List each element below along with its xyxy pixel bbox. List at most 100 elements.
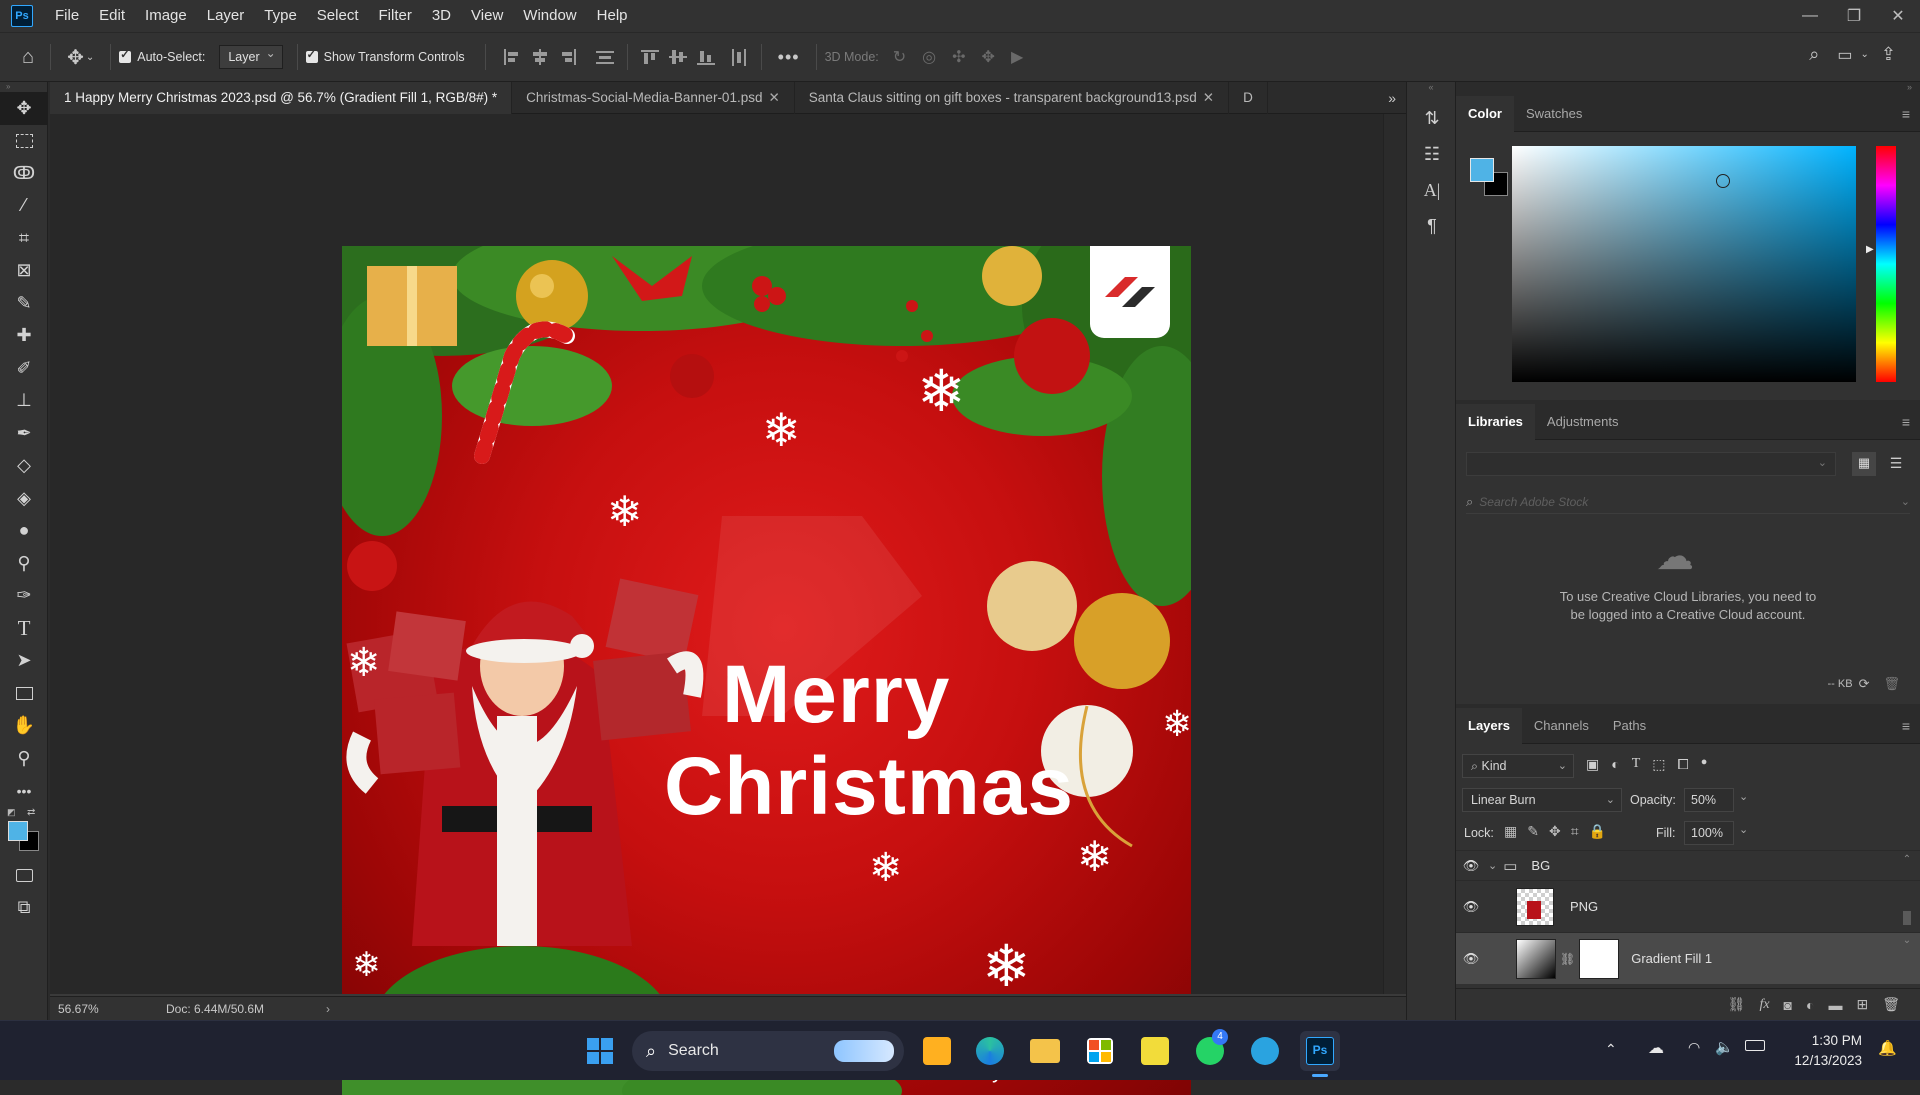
align-top-icon[interactable] [639,47,661,67]
lock-all-icon[interactable]: 🔒 [1589,823,1606,840]
sync-icon[interactable]: ⟳ [1859,676,1870,692]
new-layer-icon[interactable]: ⊞ [1856,996,1868,1013]
properties-icon[interactable]: ☷ [1407,136,1457,172]
tab-paths[interactable]: Paths [1601,708,1658,744]
layer-mask-thumbnail[interactable] [1579,938,1620,979]
3d-camera-icon[interactable]: ▶ [1011,47,1023,67]
auto-select-checkbox[interactable] [119,48,132,63]
trash-icon[interactable]: 🗑 [1883,676,1900,692]
lock-transparency-icon[interactable]: ▦ [1504,823,1517,840]
chevron-down-icon[interactable]: ⌄ [1901,495,1910,508]
menu-type[interactable]: Type [254,0,307,32]
menu-select[interactable]: Select [307,0,369,32]
microsoft-store-icon[interactable] [1080,1031,1120,1071]
brush-tool-icon[interactable]: ✐ [0,352,48,385]
opacity-input[interactable]: 50% [1684,788,1734,812]
delete-layer-icon[interactable]: 🗑 [1882,996,1900,1013]
chevron-down-icon[interactable]: ⌄ [86,52,94,63]
filter-toggle-icon[interactable]: ● [1701,756,1708,773]
eraser-icon[interactable]: ◇ [0,450,48,483]
canvas-area[interactable]: ❄ ❄ ❄ ❄ ❄ ❄ ❄ ❄ ❄ ❄ Merry Christmas www.… [50,114,1383,1095]
lock-pixels-icon[interactable]: ✎ [1527,823,1539,840]
collapse-icon[interactable]: » [1456,82,1920,96]
tabs-overflow-icon[interactable]: » [1388,82,1396,114]
search-icon[interactable]: ⌕ [1809,44,1819,65]
tab-color[interactable]: Color [1456,95,1514,132]
scroll-down-icon[interactable]: ⌄ [1900,935,1914,946]
onedrive-icon[interactable]: ☁ [1648,1038,1664,1058]
tab-libraries[interactable]: Libraries [1456,403,1535,440]
menu-help[interactable]: Help [587,0,638,32]
foreground-color-swatch[interactable] [8,821,28,841]
panel-menu-icon[interactable]: ≡ [1902,414,1910,430]
paragraph-icon[interactable]: ¶ [1407,208,1457,244]
wifi-icon[interactable]: ◠ [1688,1039,1700,1056]
zoom-level[interactable]: 56.67% [58,1002,148,1016]
distribute-vertical-icon[interactable] [594,47,616,67]
more-options-icon[interactable]: ••• [778,47,800,68]
type-tool-icon[interactable]: T [0,612,48,645]
tab-document-1[interactable]: 1 Happy Merry Christmas 2023.psd @ 56.7%… [50,82,513,114]
layer-filter-kind[interactable]: ⌕ Kind ⌄ [1462,754,1574,778]
chevron-right-icon[interactable]: › [326,1002,330,1016]
visibility-eye-icon[interactable]: 👁 [1456,899,1486,915]
fx-icon[interactable]: fx [1759,997,1769,1013]
color-field[interactable] [1512,146,1856,382]
close-tab-icon[interactable]: ✕ [1203,90,1214,105]
stock-search[interactable]: ⌕ Search Adobe Stock ⌄ [1466,490,1910,514]
eyedropper-icon[interactable]: ✎ [0,287,48,320]
chevron-down-icon[interactable]: ⌄ [1861,49,1869,60]
move-tool-icon[interactable]: ✥ [0,92,48,125]
premiere-icon[interactable] [917,1031,957,1071]
tab-document-2[interactable]: Christmas-Social-Media-Banner-01.psd ✕ [512,82,795,114]
character-icon[interactable]: A| [1407,172,1457,208]
crop-tool-icon[interactable]: ⌗ [0,222,48,255]
telegram-icon[interactable] [1245,1031,1285,1071]
smart-object-filter-icon[interactable]: ⧠ [1678,756,1689,773]
artboard[interactable]: ❄ ❄ ❄ ❄ ❄ ❄ ❄ ❄ ❄ ❄ Merry Christmas www.… [342,246,1191,1095]
scroll-thumb[interactable] [1903,911,1911,925]
hue-slider[interactable] [1876,146,1896,382]
edge-icon[interactable] [970,1031,1010,1071]
tab-document-3[interactable]: Santa Claus sitting on gift boxes - tran… [795,82,1230,114]
volume-icon[interactable]: 🔈 [1715,1038,1734,1056]
visibility-eye-icon[interactable]: 👁 [1456,951,1486,967]
collapse-icon[interactable]: » [0,82,47,92]
gradient-fill-thumbnail[interactable] [1516,938,1556,979]
zoom-tool-icon[interactable]: ⚲ [0,742,48,775]
link-icon[interactable]: ⛓ [1560,952,1575,966]
tab-channels[interactable]: Channels [1522,708,1601,744]
layer-row-bg-group[interactable]: 👁 ⌄ ▭ BG [1456,850,1920,880]
hand-tool-icon[interactable]: ✋ [0,710,48,743]
chevron-down-icon[interactable]: ⌄ [1488,859,1497,872]
link-layers-icon[interactable]: ⛓ [1728,996,1746,1013]
restore-button[interactable]: ❐ [1832,0,1876,32]
photoshop-taskbar-icon[interactable]: Ps [1300,1031,1340,1077]
menu-image[interactable]: Image [135,0,197,32]
magic-wand-icon[interactable]: ⁄ [0,190,48,223]
history-icon[interactable]: ⇅ [1407,100,1457,136]
menu-window[interactable]: Window [513,0,586,32]
workspace-icon[interactable]: ▭ [1837,45,1852,65]
panel-menu-icon[interactable]: ≡ [1902,106,1910,122]
battery-icon[interactable] [1745,1040,1765,1051]
tab-swatches[interactable]: Swatches [1514,96,1594,132]
collapse-icon[interactable]: « [1407,82,1455,100]
layer-row-gradient-fill[interactable]: 👁 ⛓ Gradient Fill 1 [1456,932,1920,984]
tab-layers[interactable]: Layers [1456,707,1522,744]
frame-tool-icon[interactable]: ⊠ [0,255,48,288]
adjustment-layer-icon[interactable]: ◐ [1806,997,1814,1013]
panel-menu-icon[interactable]: ≡ [1902,718,1910,734]
start-button[interactable] [580,1031,620,1071]
minimize-button[interactable]: — [1788,0,1832,32]
align-left-icon[interactable] [501,47,523,67]
pixel-filter-icon[interactable]: ▣ [1586,756,1599,773]
swap-colors-icon[interactable]: ⇄ [27,807,35,818]
layers-scrollbar[interactable]: ⌃ ⌄ [1900,854,1914,984]
quick-mask-icon[interactable] [0,859,48,892]
distribute-horizontal-icon[interactable] [728,47,750,67]
3d-slide-icon[interactable]: ✥ [982,47,995,67]
default-colors-icon[interactable]: ◩ [7,807,16,818]
3d-roll-icon[interactable]: ◎ [922,47,936,67]
new-group-icon[interactable]: ▬ [1828,997,1842,1013]
